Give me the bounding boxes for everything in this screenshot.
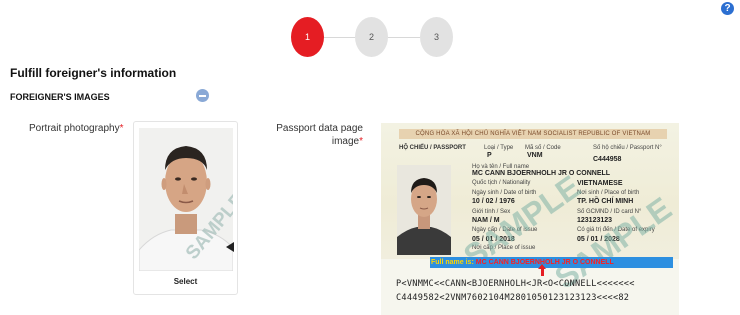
- required-mark: *: [359, 136, 363, 147]
- portrait-picture: SAMPLE: [139, 128, 233, 271]
- portrait-image: SAMPLE: [139, 128, 233, 271]
- page-title: Fulfill foreigner's information: [10, 66, 177, 80]
- required-mark: *: [119, 123, 124, 134]
- step-connector: [388, 37, 420, 38]
- minus-circle-icon[interactable]: [196, 89, 209, 102]
- passport-label: Passport data page image*: [270, 122, 363, 148]
- step-connector: [324, 37, 355, 38]
- select-button[interactable]: Select: [134, 277, 237, 286]
- section-title: FOREIGNER'S IMAGES: [10, 92, 110, 102]
- help-icon[interactable]: ?: [721, 2, 734, 15]
- passport-label-line2: image: [331, 136, 360, 147]
- portrait-label-text: Portrait photography: [29, 123, 120, 134]
- step-1[interactable]: 1: [291, 17, 324, 57]
- step-3[interactable]: 3: [420, 17, 453, 57]
- passport-upload-area[interactable]: CỘNG HÒA XÃ HỘI CHỦ NGHĨA VIỆT NAM SOCIA…: [381, 123, 679, 315]
- full-name-prefix: Full name is:: [431, 259, 474, 266]
- step-2[interactable]: 2: [355, 17, 388, 57]
- portrait-upload-card[interactable]: SAMPLE Select: [133, 121, 238, 295]
- progress-stepper: 1 2 3: [291, 17, 453, 57]
- mrz-line-2: C4449582<2VNM7602104M2801050123123123<<<…: [396, 293, 630, 303]
- mrz-line-1: P<VNMMC<<CANN<BJOERNHOLH<JR<O<CONNELL<<<…: [396, 279, 635, 289]
- arrow-up-icon: [538, 264, 546, 276]
- portrait-label: Portrait photography*: [29, 122, 124, 135]
- passport-label-line1: Passport data page: [276, 123, 363, 134]
- caret-left-icon[interactable]: [226, 242, 234, 252]
- full-name-highlight: Full name is: MC CANN BJOERNHOLH JR O CO…: [430, 257, 673, 268]
